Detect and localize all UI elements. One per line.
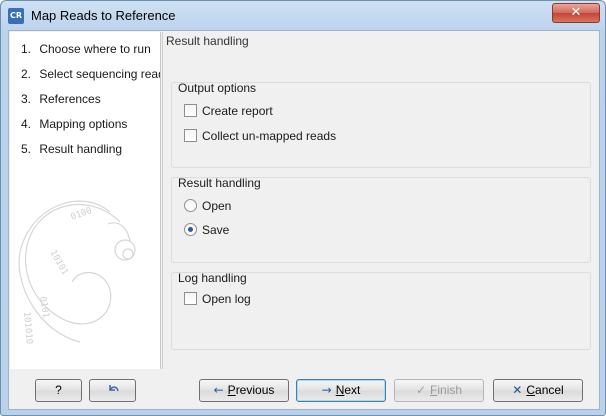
save-radio[interactable]: Save [184, 222, 229, 238]
collect-unmapped-reads-checkbox[interactable]: Collect un-mapped reads [184, 128, 336, 144]
radio-circle[interactable] [184, 199, 197, 212]
log-handling-group: Log handling Open log [171, 271, 591, 350]
radio-label: Save [202, 223, 230, 237]
svg-text:101010: 101010 [21, 311, 34, 344]
group-title: Log handling [178, 271, 247, 285]
checkbox-box[interactable] [184, 104, 197, 117]
options-panel: Result handling Output options Create re… [162, 32, 599, 369]
step-number: 2. [21, 67, 32, 81]
undo-arrow-icon [108, 385, 119, 392]
group-title: Result handling [178, 176, 261, 190]
x-mark-icon: ✕ [512, 383, 523, 397]
wizard-step-select-reads: 2. Select sequencing reads [21, 65, 161, 83]
checkmark-icon: ✓ [415, 383, 427, 397]
cancel-label: ancel [535, 383, 564, 397]
checkbox-label: Open log [202, 292, 251, 306]
group-title: Output options [178, 81, 257, 95]
cancel-button[interactable]: ✕ Cancel [493, 379, 583, 402]
decorative-swirl-icon: 0100 10101 0101 101010 [18, 200, 136, 345]
arrow-right-icon: → [321, 383, 332, 397]
help-button[interactable]: ? [35, 379, 82, 402]
previous-button[interactable]: ← Previous [199, 379, 289, 402]
app-icon: CR [8, 8, 24, 24]
svg-text:10101: 10101 [47, 249, 69, 277]
step-label: References [39, 92, 101, 106]
open-radio[interactable]: Open [184, 198, 231, 214]
step-label: Select sequencing reads [39, 67, 161, 81]
output-options-group: Output options Create report Collect un-… [171, 81, 591, 168]
dialog-body: 1. Choose where to run 2. Select sequenc… [8, 30, 600, 410]
next-label: ext [344, 383, 361, 397]
reset-button[interactable] [89, 379, 136, 402]
open-log-checkbox[interactable]: Open log [184, 291, 251, 307]
title-bar[interactable]: CR Map Reads to Reference ✕ [1, 1, 605, 31]
previous-label: revious [235, 383, 275, 397]
window-title: Map Reads to Reference [31, 8, 176, 23]
wizard-step-choose-where-to-run: 1. Choose where to run [21, 40, 151, 58]
help-label: ? [55, 383, 62, 397]
result-handling-group: Result handling Open Save [171, 176, 591, 263]
previous-mnemonic: P [227, 383, 236, 397]
checkbox-label: Create report [202, 104, 273, 118]
finish-button[interactable]: ✓ Finish [394, 379, 484, 402]
cancel-mnemonic: C [526, 383, 536, 397]
step-label: Mapping options [39, 117, 128, 131]
finish-label: inish [437, 383, 463, 397]
arrow-left-icon: ← [213, 383, 224, 397]
step-number: 3. [21, 92, 32, 106]
checkbox-label: Collect un-mapped reads [202, 129, 337, 143]
step-number: 5. [21, 142, 32, 156]
wizard-steps-panel: 1. Choose where to run 2. Select sequenc… [10, 32, 161, 369]
radio-circle[interactable] [184, 223, 197, 236]
wizard-step-references: 3. References [21, 90, 101, 108]
step-number: 4. [21, 117, 32, 131]
checkbox-box[interactable] [184, 129, 197, 142]
next-button[interactable]: → Next [296, 379, 386, 402]
button-bar: ? ← Previous → Next ✓ Finish ✕ Cancel [9, 371, 599, 409]
checkbox-box[interactable] [184, 292, 197, 305]
step-label: Choose where to run [39, 42, 151, 56]
step-number: 1. [21, 42, 32, 56]
wizard-step-mapping-options: 4. Mapping options [21, 115, 127, 133]
create-report-checkbox[interactable]: Create report [184, 103, 273, 119]
wizard-step-result-handling: 5. Result handling [21, 140, 122, 158]
svg-text:0100: 0100 [70, 206, 94, 223]
panel-title: Result handling [166, 34, 249, 48]
step-label: Result handling [39, 142, 123, 156]
dialog-window: CR Map Reads to Reference ✕ 1. Choose wh… [0, 0, 606, 416]
close-button[interactable]: ✕ [552, 3, 600, 23]
radio-label: Open [202, 199, 232, 213]
